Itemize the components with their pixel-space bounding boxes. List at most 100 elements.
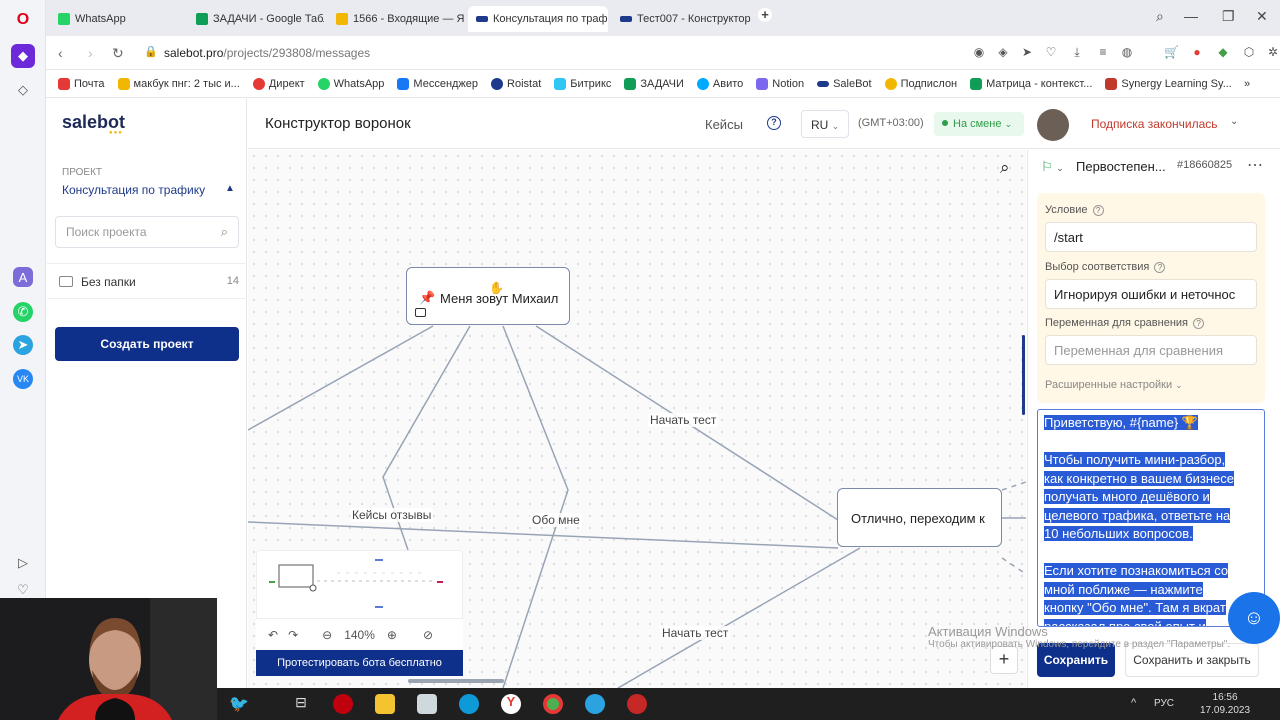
bookmark-item[interactable]: Матрица - контекст... [970, 77, 1092, 90]
bookmark-item[interactable]: Почта [58, 77, 105, 90]
help-icon[interactable]: ? [1154, 262, 1166, 273]
compare-variable-field[interactable]: Переменная для сравнения [1045, 335, 1257, 365]
minimize-icon[interactable]: — [1184, 8, 1198, 24]
url-field[interactable]: salebot.pro/projects/293808/messages [164, 46, 370, 60]
vk-icon[interactable]: VK [13, 369, 33, 389]
recorder-icon[interactable] [627, 694, 647, 714]
project-selector[interactable]: Консультация по трафику [62, 183, 205, 197]
file-explorer-icon[interactable] [375, 694, 395, 714]
bookmark-item[interactable]: Подпислон [884, 77, 957, 90]
more-options-icon[interactable]: ⋯ [1247, 155, 1263, 175]
bookmark-item[interactable]: Synergy Learning Sy... [1105, 77, 1232, 90]
bookmark-item[interactable]: Roistat [491, 77, 541, 90]
player-icon[interactable]: ▷ [11, 551, 35, 575]
heart-icon[interactable]: ♡ [1044, 45, 1058, 59]
add-node-button[interactable]: + [990, 646, 1018, 674]
bookmark-item[interactable]: Директ [252, 77, 305, 90]
menu-icon[interactable]: ≡ [1096, 45, 1110, 59]
bookmark-item[interactable]: макбук пнг: 2 тыс и... [117, 77, 240, 90]
help-icon[interactable]: ? [1193, 318, 1205, 329]
forward-icon[interactable]: › [88, 45, 93, 61]
reload-icon[interactable]: ↻ [112, 45, 124, 62]
bird-widget-icon[interactable]: 🐦 [229, 694, 279, 714]
record-icon[interactable]: ● [1190, 45, 1204, 59]
subscription-status[interactable]: Подписка закончилась [1091, 117, 1218, 131]
pinboard-icon[interactable]: ◇ [11, 78, 35, 102]
message-node[interactable]: Отлично, переходим к [837, 488, 1002, 547]
cases-link[interactable]: Кейсы [705, 117, 743, 132]
back-icon[interactable]: ‹ [58, 45, 63, 61]
tab-yandex-mail[interactable]: 1566 - Входящие — Янде [328, 6, 464, 32]
bookmark-item[interactable]: Notion [756, 77, 804, 90]
gem-icon[interactable]: ◆ [1216, 45, 1230, 59]
input-language[interactable]: РУС [1154, 698, 1174, 709]
match-type-select[interactable]: Игнорируя ошибки и неточнос [1045, 279, 1257, 309]
edge-label[interactable]: Обо мне [530, 513, 582, 527]
bookmark-item[interactable]: SaleBot [817, 78, 872, 90]
bookmark-item[interactable]: Авито [696, 77, 743, 90]
tab-sheets[interactable]: ЗАДАЧИ - Google Табли [188, 6, 324, 32]
edge-label[interactable]: Кейсы отзывы [350, 508, 434, 522]
zoom-out-icon[interactable]: ⊖ [322, 628, 332, 642]
search-icon[interactable]: ⌕ [1000, 158, 1010, 178]
avatar[interactable] [1037, 109, 1069, 141]
help-icon[interactable]: ? [767, 116, 781, 130]
message-node[interactable]: 📌 Меня зовут Михаил ✋ [406, 267, 570, 325]
funnel-canvas[interactable]: 📌 Меня зовут Михаил ✋ Отлично, переходим… [248, 150, 1026, 688]
project-search-input[interactable] [66, 225, 206, 239]
camera-icon[interactable]: ◉ [972, 45, 986, 59]
restore-icon[interactable]: ❐ [1222, 8, 1235, 25]
cart-icon[interactable]: 🛒 [1164, 45, 1179, 59]
aria-icon[interactable]: A [13, 267, 33, 287]
tab-consultation[interactable]: Консультация по трафик [468, 6, 608, 32]
chevron-up-icon[interactable]: ^ [1131, 697, 1136, 709]
close-window-icon[interactable]: ✕ [1256, 8, 1268, 25]
create-project-button[interactable]: Создать проект [55, 327, 239, 361]
bookmark-item[interactable]: WhatsApp [317, 77, 384, 90]
bookmark-item[interactable]: Битрикс [554, 77, 611, 90]
bookmarks-more-button[interactable]: » [1244, 78, 1250, 90]
test-bot-button[interactable]: Протестировать бота бесплатно [256, 650, 463, 676]
edge-icon[interactable] [459, 694, 479, 714]
chevron-down-icon[interactable]: ⌄ [1230, 116, 1238, 127]
edge-label[interactable]: Начать тест [648, 413, 719, 427]
cube-icon[interactable]: ⬡ [1242, 45, 1256, 59]
telegram-icon[interactable]: ➤ [13, 335, 33, 355]
send-icon[interactable]: ➤ [1020, 45, 1034, 59]
yandex-browser-icon[interactable]: Y [501, 694, 521, 714]
hide-minimap-icon[interactable]: ⊘ [423, 628, 433, 642]
shift-status-badge[interactable]: На смене ⌄ [934, 112, 1024, 136]
clock[interactable]: 16:56 17.09.2023 [1200, 691, 1250, 717]
tab-whatsapp[interactable]: WhatsApp [50, 6, 184, 32]
chevron-up-icon[interactable]: ▲ [225, 183, 235, 194]
horizontal-scrollbar[interactable] [408, 679, 504, 683]
block-type-title[interactable]: Первостепен... [1076, 159, 1166, 174]
calculator-icon[interactable] [417, 694, 437, 714]
support-bot-icon[interactable]: ☺ [1228, 592, 1280, 644]
edge-label[interactable]: Начать тест [660, 626, 731, 640]
search-icon[interactable]: ⌕ [221, 224, 228, 240]
flag-icon[interactable]: ⚐ ⌄ [1041, 159, 1064, 175]
undo-icon[interactable]: ↶ [268, 628, 278, 642]
folder-item[interactable]: Без папки 14 [47, 263, 247, 299]
advanced-settings-toggle[interactable]: Расширенные настройки ⌄ [1045, 379, 1183, 391]
bookmark-item[interactable]: Мессенджер [397, 77, 478, 90]
workspace-icon[interactable]: ◆ [11, 44, 35, 68]
language-select[interactable]: RU ⌄ [801, 110, 849, 138]
zoom-in-icon[interactable]: ⊕ [387, 628, 397, 642]
vertical-scrollbar[interactable] [1022, 335, 1025, 415]
puzzle-icon[interactable]: ✲ [1266, 45, 1280, 59]
telegram-icon[interactable] [585, 694, 605, 714]
tab-test007[interactable]: Тест007 - Конструктор в [612, 6, 752, 32]
message-text-area[interactable]: Приветствую, #{name} 🏆 Чтобы получить ми… [1037, 409, 1265, 627]
download-icon[interactable]: ⤓ [1070, 45, 1084, 59]
chrome-icon[interactable] [543, 694, 563, 714]
opera-logo-icon[interactable]: O [11, 8, 35, 32]
new-tab-button[interactable]: + [758, 8, 772, 22]
help-icon[interactable]: ? [1092, 205, 1104, 216]
profile-icon[interactable]: ◍ [1120, 45, 1134, 59]
opera-icon[interactable] [333, 694, 353, 714]
condition-field[interactable]: /start [1045, 222, 1257, 252]
shield-icon[interactable]: ◈ [996, 45, 1010, 59]
whatsapp-icon[interactable]: ✆ [13, 302, 33, 322]
